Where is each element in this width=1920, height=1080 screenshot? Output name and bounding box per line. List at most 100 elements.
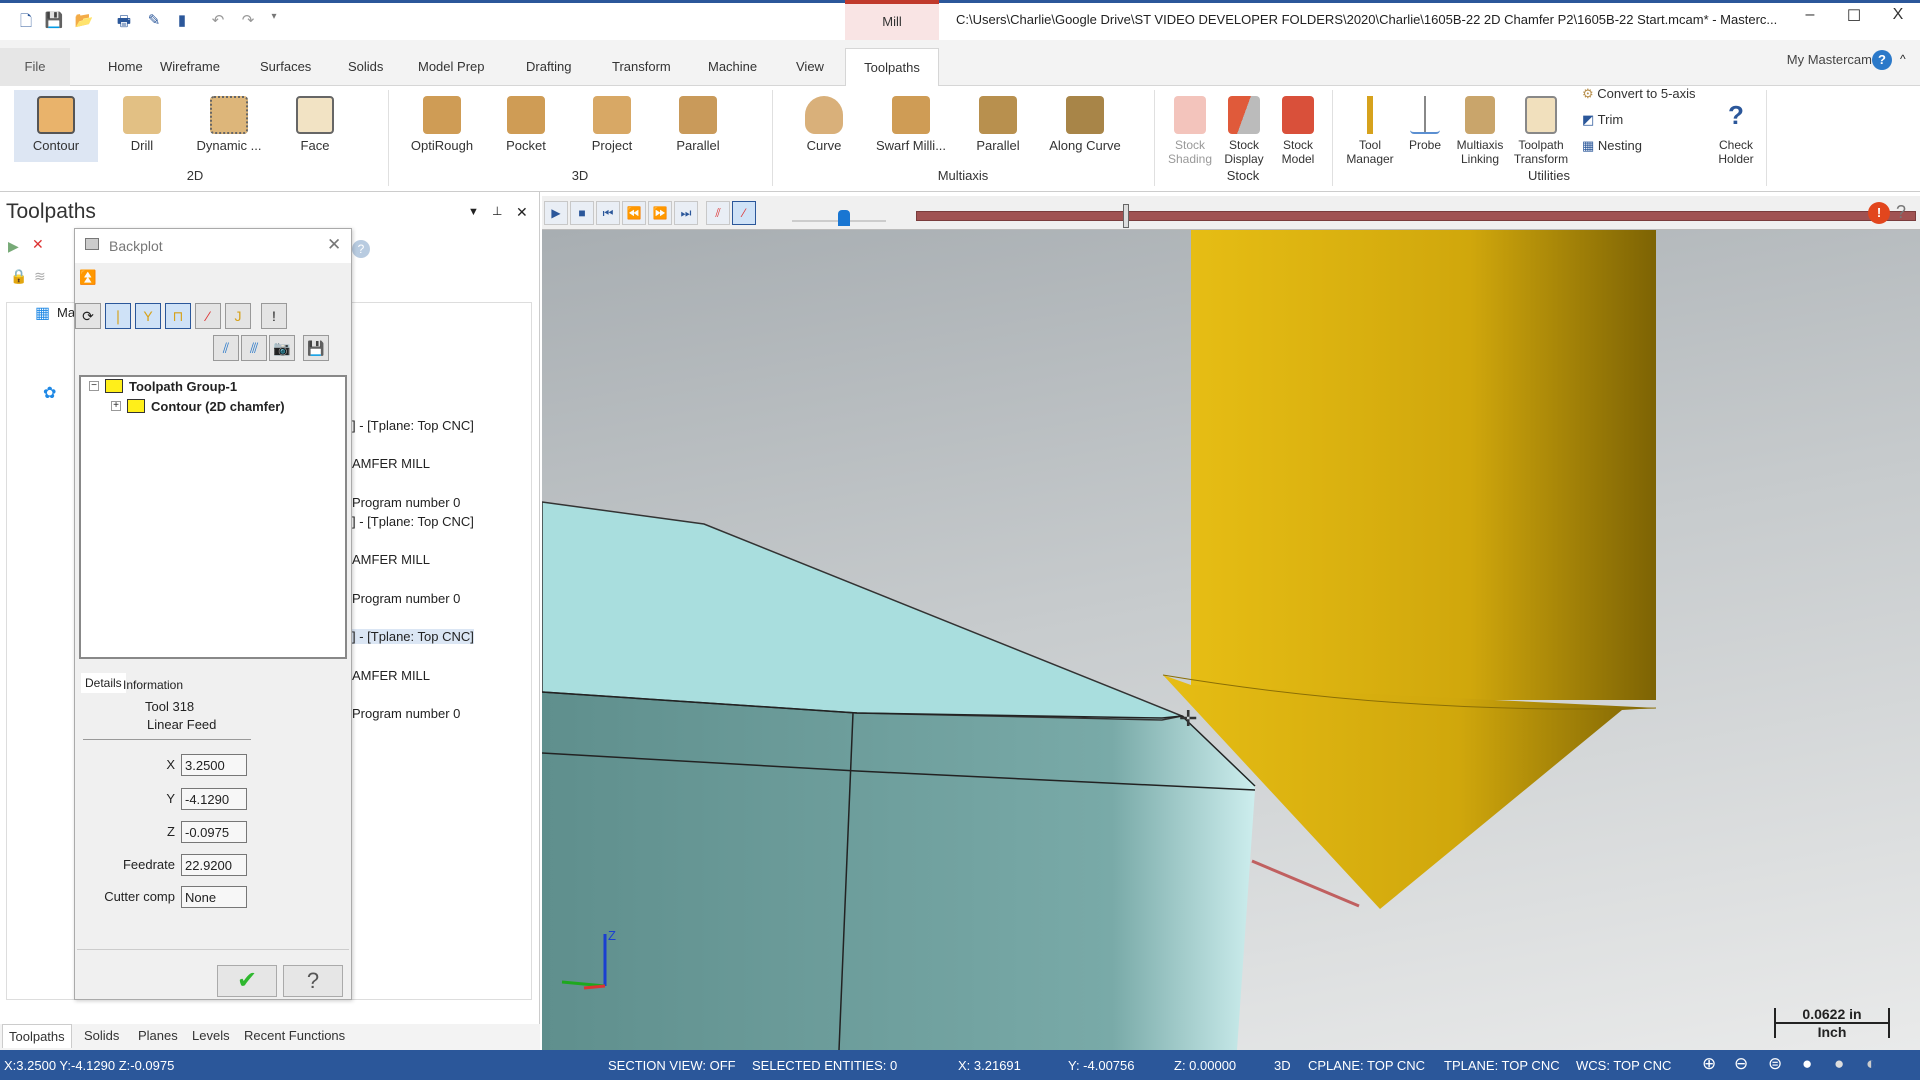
dialog-close-icon[interactable]: ✕ xyxy=(327,235,341,255)
rewind-start-button[interactable]: ⏮ xyxy=(596,201,620,225)
drill-button[interactable]: Drill xyxy=(102,90,182,162)
tab-model-prep[interactable]: Model Prep xyxy=(406,48,496,86)
tree-operation[interactable]: Contour (2D chamfer) xyxy=(151,399,285,414)
info-icon[interactable]: ! xyxy=(261,303,287,329)
tab-surfaces[interactable]: Surfaces xyxy=(248,48,323,86)
save-icon[interactable]: 💾 xyxy=(303,335,329,361)
lock-icon[interactable]: 🔒 xyxy=(10,268,27,285)
tab-information[interactable]: Information xyxy=(119,675,187,695)
section-view-status[interactable]: SECTION VIEW: OFF xyxy=(608,1058,736,1073)
panel-tab-solids[interactable]: Solids xyxy=(84,1028,119,1043)
stock-shading-button[interactable]: Stock Shading xyxy=(1164,90,1216,166)
play-button[interactable]: ▶ xyxy=(544,201,568,225)
tab-toolpaths[interactable]: Toolpaths xyxy=(845,48,939,86)
collapse-ribbon-icon[interactable]: ^ xyxy=(1900,52,1906,66)
display-rapid-icon[interactable]: ⊓ xyxy=(165,303,191,329)
repeat-icon[interactable]: ⟳ xyxy=(75,303,101,329)
save-icon[interactable]: 💾 xyxy=(44,11,64,31)
panel-tab-planes[interactable]: Planes xyxy=(138,1028,178,1043)
pocket-button[interactable]: Pocket xyxy=(488,90,564,162)
minimize-button[interactable]: – xyxy=(1792,6,1828,32)
cutter-comp-field[interactable]: None xyxy=(181,886,247,908)
convert-5axis-button[interactable]: ⚙ Convert to 5-axis xyxy=(1582,86,1696,102)
tree-item[interactable]: Program number 0 xyxy=(352,706,460,721)
deselect-icon[interactable]: ✕ xyxy=(32,236,44,253)
stock-model-button[interactable]: Stock Model xyxy=(1270,90,1326,166)
step-forward-button[interactable]: ⏩ xyxy=(648,201,672,225)
view-mode[interactable]: 3D xyxy=(1274,1058,1291,1073)
stop-button[interactable]: ■ xyxy=(570,201,594,225)
collapse-node-icon[interactable]: − xyxy=(89,381,99,391)
panel-close-icon[interactable]: ✕ xyxy=(516,204,528,221)
tree-item[interactable]: Ma xyxy=(57,305,75,320)
speed-slider-thumb[interactable] xyxy=(837,210,850,226)
toolpath-transform-button[interactable]: Toolpath Transform xyxy=(1510,90,1572,166)
pin-icon[interactable]: ⊥ xyxy=(492,204,502,218)
display-tool-icon[interactable]: ❘ xyxy=(105,303,131,329)
toolpath-lines-icon[interactable]: ⫽ xyxy=(213,335,239,361)
tplane-status[interactable]: TPLANE: TOP CNC xyxy=(1444,1058,1560,1073)
swarf-button[interactable]: Swarf Milli... xyxy=(866,90,956,162)
multiaxis-linking-button[interactable]: Multiaxis Linking xyxy=(1452,90,1508,166)
tree-item[interactable]: AMFER MILL xyxy=(352,668,430,683)
panel-tab-toolpaths[interactable]: Toolpaths xyxy=(2,1024,72,1048)
help-button[interactable]: ? xyxy=(283,965,343,997)
cplane-status[interactable]: CPLANE: TOP CNC xyxy=(1308,1058,1425,1073)
project-button[interactable]: Project xyxy=(574,90,650,162)
progress-thumb[interactable] xyxy=(1123,204,1129,228)
tab-machine[interactable]: Machine xyxy=(696,48,769,86)
graphics-viewport[interactable]: ✛ Z 0.0622 in Inch xyxy=(542,230,1920,1050)
view-globe-alt-icon[interactable]: ⊜ xyxy=(1768,1054,1782,1074)
optirough-button[interactable]: OptiRough xyxy=(400,90,484,162)
stock-display-button[interactable]: Stock Display xyxy=(1218,90,1270,166)
help-icon[interactable]: ? xyxy=(352,240,370,258)
print-icon[interactable]: 🖶 xyxy=(114,11,134,31)
y-field[interactable]: -4.1290 xyxy=(181,788,247,810)
feedrate-field[interactable]: 22.9200 xyxy=(181,854,247,876)
help-icon[interactable]: ? xyxy=(1896,202,1906,223)
undo-icon[interactable]: ↶ xyxy=(208,11,228,31)
expand-node-icon[interactable]: + xyxy=(111,401,121,411)
panel-tab-recent-functions[interactable]: Recent Functions xyxy=(244,1028,345,1043)
dynamic-button[interactable]: Dynamic ... xyxy=(186,90,272,162)
tree-item[interactable]: AMFER MILL xyxy=(352,456,430,471)
wcs-status[interactable]: WCS: TOP CNC xyxy=(1576,1058,1671,1073)
select-all-icon[interactable]: ▶ xyxy=(8,238,19,255)
tree-item[interactable]: Program number 0 xyxy=(352,495,460,510)
my-mastercam-link[interactable]: My Mastercam xyxy=(1787,52,1872,67)
ok-button[interactable]: ✔ xyxy=(217,965,277,997)
maximize-button[interactable]: ☐ xyxy=(1836,6,1872,32)
save-as-icon[interactable]: ✎ xyxy=(144,11,164,31)
forward-end-button[interactable]: ⏭ xyxy=(674,201,698,225)
tree-item[interactable]: ] - [Tplane: Top CNC] xyxy=(352,418,474,433)
camera-icon[interactable]: 📷 xyxy=(269,335,295,361)
parallel-3d-button[interactable]: Parallel xyxy=(660,90,736,162)
redo-icon[interactable]: ↷ xyxy=(238,11,258,31)
z-field[interactable]: -0.0975 xyxy=(181,821,247,843)
tab-view[interactable]: View xyxy=(784,48,836,86)
tab-file[interactable]: File xyxy=(0,48,70,86)
tab-home[interactable]: Home xyxy=(96,48,155,86)
nesting-button[interactable]: ▦ Nesting xyxy=(1582,138,1642,154)
trace-mode-button[interactable]: ⫽ xyxy=(706,201,730,225)
tree-item[interactable]: Program number 0 xyxy=(352,591,460,606)
globe-icon[interactable]: ⊕ xyxy=(1702,1054,1716,1074)
tree-group[interactable]: Toolpath Group-1 xyxy=(129,379,237,394)
tab-solids[interactable]: Solids xyxy=(336,48,395,86)
tree-item[interactable]: AMFER MILL xyxy=(352,552,430,567)
check-holder-button[interactable]: ? Check Holder xyxy=(1708,90,1764,166)
tree-item-selected[interactable]: ] - [Tplane: Top CNC] xyxy=(352,629,474,644)
context-tab-mill[interactable]: Mill xyxy=(845,0,939,40)
face-button[interactable]: Face xyxy=(276,90,354,162)
quick-verify-icon[interactable]: J xyxy=(225,303,251,329)
x-field[interactable]: 3.2500 xyxy=(181,754,247,776)
toolpath-hatch-icon[interactable]: ⫻ xyxy=(241,335,267,361)
parallel-multiaxis-button[interactable]: Parallel xyxy=(960,90,1036,162)
help-icon[interactable]: ? xyxy=(1872,50,1892,70)
along-curve-button[interactable]: Along Curve xyxy=(1040,90,1130,162)
customize-icon[interactable]: ▾ xyxy=(264,11,284,31)
playback-progress-bar[interactable] xyxy=(916,211,1916,221)
display-endpoints-icon[interactable]: ⁄ xyxy=(195,303,221,329)
tab-transform[interactable]: Transform xyxy=(600,48,683,86)
new-file-icon[interactable]: 🗋 xyxy=(16,11,36,31)
